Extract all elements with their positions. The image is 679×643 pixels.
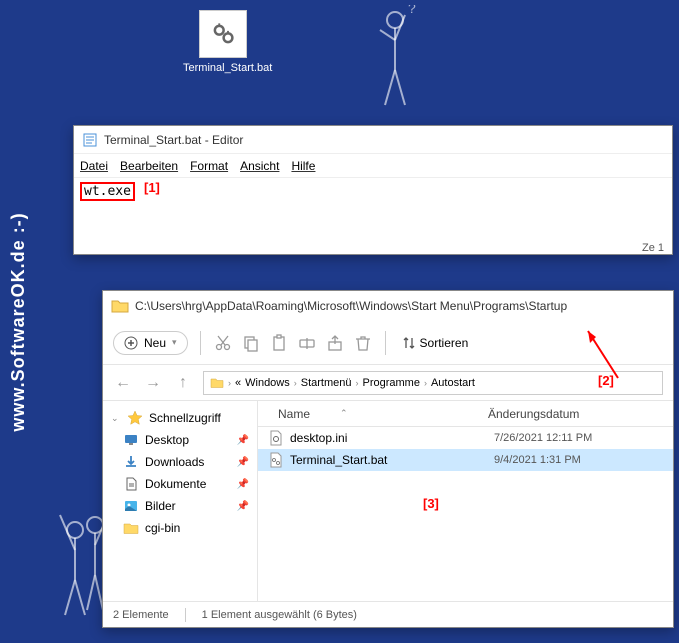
sidebar-quick-access[interactable]: ⌄ Schnellzugriff (103, 407, 257, 429)
sidebar-item-label: Bilder (145, 499, 176, 513)
new-button[interactable]: Neu ▾ (113, 331, 188, 355)
explorer-sidebar: ⌄ Schnellzugriff Desktop 📌 Downloads 📌 D… (103, 401, 258, 601)
explorer-titlebar[interactable]: C:\Users\hrg\AppData\Roaming\Microsoft\W… (103, 291, 673, 321)
explorer-title: C:\Users\hrg\AppData\Roaming\Microsoft\W… (135, 299, 567, 313)
sidebar-item-downloads[interactable]: Downloads 📌 (103, 451, 257, 473)
sidebar-item-cgibin[interactable]: cgi-bin (103, 517, 257, 539)
sort-button-label: Sortieren (420, 336, 469, 350)
explorer-file-list: [2] Name ⌃ Änderungsdatum desktop.ini 7/… (258, 401, 673, 601)
pictures-icon (123, 498, 139, 514)
ini-file-icon (268, 430, 284, 446)
folder-icon (111, 297, 129, 315)
desktop-file-label: Terminal_Start.bat (183, 62, 263, 74)
plus-icon (124, 336, 138, 350)
file-list-header: Name ⌃ Änderungsdatum (258, 401, 673, 427)
notepad-text: wt.exe (80, 182, 135, 201)
bat-file-icon (268, 452, 284, 468)
sidebar-item-label: Schnellzugriff (149, 411, 221, 425)
notepad-app-icon (82, 132, 98, 148)
menu-edit[interactable]: Bearbeiten (120, 159, 178, 173)
notepad-window: Terminal_Start.bat - Editor Datei Bearbe… (73, 125, 673, 255)
sort-indicator-icon: ⌃ (340, 408, 348, 419)
folder-icon (210, 376, 224, 390)
notepad-menubar: Datei Bearbeiten Format Ansicht Hilfe (74, 154, 672, 178)
menu-format[interactable]: Format (190, 159, 228, 173)
sort-icon (402, 336, 416, 350)
notepad-title: Terminal_Start.bat - Editor (104, 133, 243, 147)
pin-icon: 📌 (237, 501, 249, 512)
copy-icon[interactable] (241, 333, 261, 353)
toolbar-divider (385, 331, 386, 355)
menu-file[interactable]: Datei (80, 159, 108, 173)
file-row[interactable]: Terminal_Start.bat 9/4/2021 1:31 PM (258, 449, 673, 471)
breadcrumb-item[interactable]: Autostart (431, 377, 475, 389)
folder-icon (123, 520, 139, 536)
menu-view[interactable]: Ansicht (240, 159, 279, 173)
notepad-content-area[interactable]: wt.exe [1] (74, 178, 672, 205)
annotation-2: [2] (598, 373, 614, 388)
chevron-down-icon: ⌄ (111, 413, 121, 424)
breadcrumb-item[interactable]: Windows (245, 377, 290, 389)
sidebar-item-documents[interactable]: Dokumente 📌 (103, 473, 257, 495)
delete-icon[interactable] (353, 333, 373, 353)
file-date: 9/4/2021 1:31 PM (494, 454, 581, 466)
file-name: desktop.ini (290, 431, 494, 445)
sidebar-item-label: Dokumente (145, 477, 206, 491)
toolbar-divider (200, 331, 201, 355)
chevron-right-icon: › (424, 378, 427, 388)
annotation-3: [3] (423, 496, 439, 511)
column-header-name[interactable]: Name ⌃ (258, 407, 488, 421)
cut-icon[interactable] (213, 333, 233, 353)
breadcrumb-item[interactable]: Startmenü (301, 377, 352, 389)
pin-icon: 📌 (237, 479, 249, 490)
rename-icon[interactable] (297, 333, 317, 353)
explorer-statusbar: 2 Elemente 1 Element ausgewählt (6 Bytes… (103, 601, 673, 627)
sidebar-item-label: Downloads (145, 455, 204, 469)
new-button-label: Neu (144, 336, 166, 350)
explorer-body: ⌄ Schnellzugriff Desktop 📌 Downloads 📌 D… (103, 401, 673, 601)
status-divider (185, 608, 186, 622)
sidebar-item-label: cgi-bin (145, 521, 180, 535)
notepad-statusbar: Ze 1 (642, 242, 664, 254)
file-date: 7/26/2021 12:11 PM (494, 432, 592, 444)
desktop-icon (123, 432, 139, 448)
nav-forward-button[interactable]: → (143, 374, 163, 392)
svg-text:?: ? (408, 5, 416, 16)
annotation-1: [1] (144, 180, 160, 195)
downloads-icon (123, 454, 139, 470)
column-header-date[interactable]: Änderungsdatum (488, 407, 673, 421)
paste-icon[interactable] (269, 333, 289, 353)
breadcrumb-ellipsis[interactable]: « (235, 377, 241, 389)
file-name: Terminal_Start.bat (290, 453, 494, 467)
chevron-right-icon: › (356, 378, 359, 388)
documents-icon (123, 476, 139, 492)
watermark-left: www.SoftwareOK.de :-) (8, 212, 29, 431)
status-selected-count: 1 Element ausgewählt (6 Bytes) (202, 609, 357, 621)
chevron-right-icon: › (294, 378, 297, 388)
status-item-count: 2 Elemente (113, 609, 169, 621)
sidebar-item-label: Desktop (145, 433, 189, 447)
desktop-file-icon[interactable]: Terminal_Start.bat (183, 10, 263, 74)
star-icon (127, 410, 143, 426)
explorer-window: C:\Users\hrg\AppData\Roaming\Microsoft\W… (102, 290, 674, 628)
decoration-figure-1: ? (370, 5, 420, 120)
sidebar-item-desktop[interactable]: Desktop 📌 (103, 429, 257, 451)
chevron-right-icon: › (228, 378, 231, 388)
nav-up-button[interactable]: ↑ (173, 374, 193, 392)
bat-file-icon (199, 10, 247, 58)
notepad-titlebar[interactable]: Terminal_Start.bat - Editor (74, 126, 672, 154)
file-row[interactable]: desktop.ini 7/26/2021 12:11 PM (258, 427, 673, 449)
pin-icon: 📌 (237, 435, 249, 446)
menu-help[interactable]: Hilfe (291, 159, 315, 173)
nav-back-button[interactable]: ← (113, 374, 133, 392)
sort-button[interactable]: Sortieren (402, 336, 469, 350)
breadcrumb-item[interactable]: Programme (363, 377, 420, 389)
share-icon[interactable] (325, 333, 345, 353)
pin-icon: 📌 (237, 457, 249, 468)
sidebar-item-pictures[interactable]: Bilder 📌 (103, 495, 257, 517)
chevron-down-icon: ▾ (172, 337, 177, 348)
